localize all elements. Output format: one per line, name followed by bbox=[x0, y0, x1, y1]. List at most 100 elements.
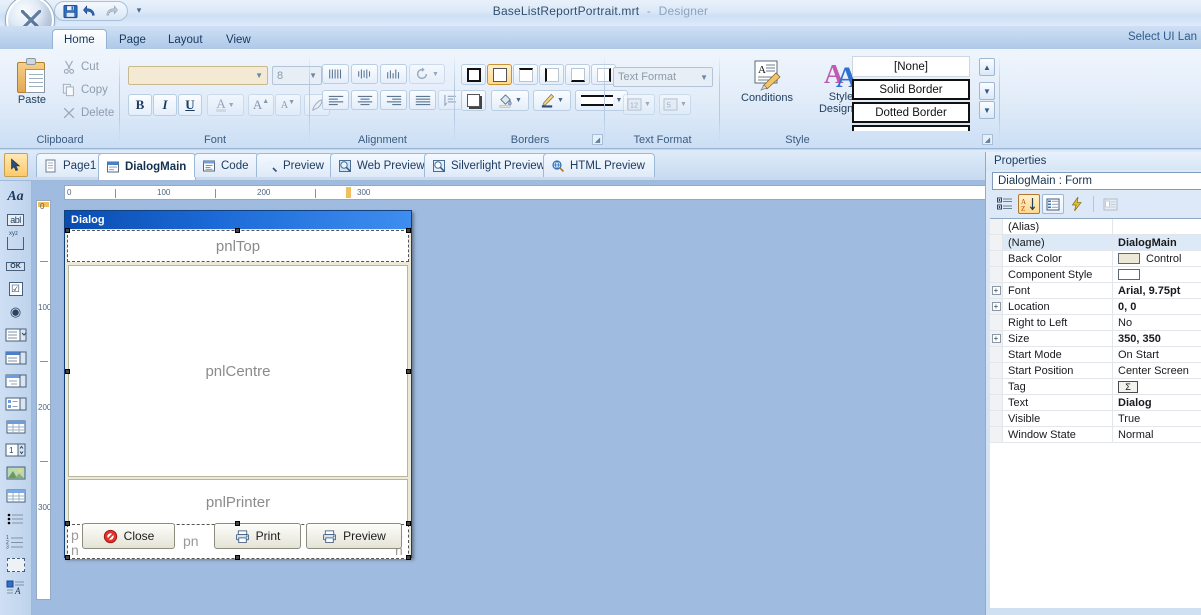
customize-quick-access-button[interactable]: ▾ bbox=[132, 3, 146, 18]
toolbox-bullet-list-tool[interactable] bbox=[3, 508, 29, 530]
property-row[interactable]: Start Position Center Screen bbox=[990, 363, 1201, 379]
property-value[interactable]: Arial, 9.75pt bbox=[1113, 283, 1201, 298]
tab-web-preview[interactable]: Web Preview bbox=[330, 153, 435, 177]
bold-button[interactable]: B bbox=[128, 94, 152, 116]
style-dialog-launcher[interactable]: ◢ bbox=[982, 134, 993, 145]
align-center-button[interactable] bbox=[351, 90, 378, 110]
rotate-button[interactable]: ▼ bbox=[409, 64, 445, 84]
property-value[interactable]: DialogMain bbox=[1113, 235, 1201, 250]
property-value[interactable] bbox=[1113, 219, 1201, 234]
paste-button[interactable]: Paste bbox=[10, 58, 54, 106]
border-all-button[interactable] bbox=[461, 64, 486, 85]
align-left-button[interactable] bbox=[322, 90, 349, 110]
toolbox-textbox-tool[interactable]: abl bbox=[3, 209, 29, 231]
ribbon-tab-home[interactable]: Home bbox=[52, 29, 107, 50]
tab-silverlight-preview[interactable]: Silverlight Preview bbox=[424, 153, 555, 177]
property-row[interactable]: Back Color Control bbox=[990, 251, 1201, 267]
properties-object-selector[interactable]: DialogMain : Form bbox=[992, 172, 1201, 190]
undo-button[interactable] bbox=[81, 3, 100, 20]
italic-button[interactable]: I bbox=[153, 94, 177, 116]
borders-dialog-launcher[interactable]: ◢ bbox=[592, 134, 603, 145]
align-top-button[interactable] bbox=[322, 64, 349, 84]
shrink-font-button[interactable]: A ▼ bbox=[275, 94, 301, 116]
toolbox-listbox-tool[interactable] bbox=[3, 347, 29, 369]
style-gallery-item-none[interactable]: [None] bbox=[852, 56, 970, 77]
toolbox-label-tool[interactable]: Aa bbox=[3, 186, 29, 208]
text-format-combo[interactable]: Text Format ▼ bbox=[613, 67, 713, 87]
property-value[interactable]: Center Screen bbox=[1113, 363, 1201, 378]
property-row[interactable]: Start Mode On Start bbox=[990, 347, 1201, 363]
border-bottom-button[interactable] bbox=[565, 64, 590, 85]
property-value[interactable] bbox=[1113, 267, 1201, 282]
cut-button[interactable]: Cut bbox=[62, 60, 99, 74]
print-button[interactable]: Print bbox=[214, 523, 301, 549]
tab-page1[interactable]: Page1 bbox=[36, 153, 107, 177]
font-color-button[interactable]: A ▼ bbox=[207, 94, 244, 116]
close-button[interactable]: Close bbox=[82, 523, 175, 549]
currency-format-button[interactable]: 5 ▼ bbox=[659, 94, 691, 115]
toolbox-checkedlistbox-tool[interactable] bbox=[3, 393, 29, 415]
style-gallery-item-partial[interactable] bbox=[852, 125, 970, 131]
align-justify-button[interactable] bbox=[409, 90, 436, 110]
property-value[interactable]: 0, 0 bbox=[1113, 299, 1201, 314]
property-value[interactable]: No bbox=[1113, 315, 1201, 330]
ribbon-tab-layout[interactable]: Layout bbox=[157, 29, 214, 50]
delete-button[interactable]: Delete bbox=[62, 106, 114, 120]
style-gallery-scroll-down-button[interactable]: ▼ bbox=[979, 82, 995, 100]
font-name-combo[interactable]: ▼ bbox=[128, 66, 268, 85]
style-gallery-item-dotted-border[interactable]: Dotted Border bbox=[852, 102, 970, 123]
border-color-button[interactable]: ▼ bbox=[533, 90, 571, 111]
align-bottom-button[interactable] bbox=[380, 64, 407, 84]
toolbox-table-tool[interactable] bbox=[3, 485, 29, 507]
property-value[interactable]: Σ bbox=[1113, 379, 1201, 394]
property-value[interactable]: Control bbox=[1113, 251, 1201, 266]
property-value[interactable]: 350, 350 bbox=[1113, 331, 1201, 346]
panel-pnlcentre[interactable]: pnlCentre bbox=[68, 265, 408, 477]
toolbox-datagrid-tool[interactable] bbox=[3, 416, 29, 438]
property-row[interactable]: + Size 350, 350 bbox=[990, 331, 1201, 347]
fill-color-button[interactable]: ▼ bbox=[491, 90, 529, 111]
dialog-form-designer-surface[interactable]: Dialog pnlTop pnlCentre pnlPrinter p n p… bbox=[64, 210, 412, 560]
property-value[interactable]: Dialog bbox=[1113, 395, 1201, 410]
toolbox-numeric-updown-tool[interactable]: 1 bbox=[3, 439, 29, 461]
redo-button[interactable] bbox=[101, 3, 120, 20]
toolbox-numbered-list-tool[interactable]: 123 bbox=[3, 531, 29, 553]
ribbon-tab-page[interactable]: Page bbox=[108, 29, 157, 50]
property-value[interactable]: Normal bbox=[1113, 427, 1201, 442]
property-row[interactable]: Component Style bbox=[990, 267, 1201, 283]
pointer-tool-button[interactable] bbox=[4, 153, 28, 177]
property-value[interactable]: True bbox=[1113, 411, 1201, 426]
properties-property-pages-button[interactable] bbox=[1099, 194, 1121, 214]
conditions-button[interactable]: A Conditions bbox=[732, 58, 802, 104]
expand-icon[interactable]: + bbox=[990, 331, 1003, 346]
properties-categorized-button[interactable] bbox=[994, 194, 1016, 214]
toolbox-checkbox-tool[interactable]: ☑ bbox=[3, 278, 29, 300]
tab-dialogmain[interactable]: DialogMain bbox=[98, 153, 197, 180]
property-row[interactable]: + Location 0, 0 bbox=[990, 299, 1201, 315]
property-row[interactable]: Window State Normal bbox=[990, 427, 1201, 443]
toolbox-combobox-tool[interactable] bbox=[3, 324, 29, 346]
toolbox-button-tool[interactable]: OK bbox=[3, 255, 29, 277]
properties-grid[interactable]: (Alias) (Name) DialogMain Back Color Control… bbox=[990, 218, 1201, 608]
property-row[interactable]: Tag Σ bbox=[990, 379, 1201, 395]
expand-icon[interactable]: + bbox=[990, 299, 1003, 314]
border-left-button[interactable] bbox=[539, 64, 564, 85]
style-gallery-scroll-up-button[interactable]: ▲ bbox=[979, 58, 995, 76]
property-row[interactable]: (Alias) bbox=[990, 219, 1201, 235]
align-middle-button[interactable] bbox=[351, 64, 378, 84]
style-gallery-more-button[interactable]: ▼ bbox=[979, 101, 995, 119]
panel-pnltop[interactable]: pnlTop bbox=[67, 230, 409, 262]
tab-preview[interactable]: Preview bbox=[256, 153, 334, 177]
toolbox-picturebox-tool[interactable] bbox=[3, 462, 29, 484]
expression-sigma-button[interactable]: Σ bbox=[1118, 380, 1138, 393]
expand-icon[interactable]: + bbox=[990, 283, 1003, 298]
tab-html-preview[interactable]: HTML Preview bbox=[543, 153, 655, 177]
toolbox-radiobutton-tool[interactable]: ◉ bbox=[3, 301, 29, 323]
style-gallery-item-solid-border[interactable]: Solid Border bbox=[852, 79, 970, 100]
ribbon-tab-view[interactable]: View bbox=[215, 29, 262, 50]
property-row[interactable]: Text Dialog bbox=[990, 395, 1201, 411]
number-format-button[interactable]: 12 ▼ bbox=[623, 94, 655, 115]
panel-pnlprinter[interactable]: pnlPrinter bbox=[68, 479, 408, 526]
properties-events-button[interactable] bbox=[1066, 194, 1088, 214]
property-row[interactable]: (Name) DialogMain bbox=[990, 235, 1201, 251]
